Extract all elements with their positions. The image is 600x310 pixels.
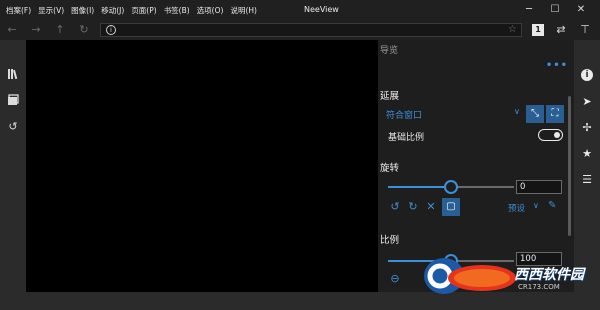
base-scale-toggle[interactable] [538, 129, 563, 141]
rotate-value-input[interactable]: 0 [516, 180, 562, 194]
stretch-mode-select[interactable]: 符合窗口 [386, 108, 422, 121]
menu-bar: 档案(F) 显示(V) 图像(I) 移动(J) 页面(P) 书签(B) 选项(O… [6, 0, 264, 20]
preset-chevron-icon[interactable]: ∨ [533, 201, 539, 210]
rotate-section-title: 旋转 [380, 163, 400, 174]
info-icon: i [106, 25, 116, 35]
arrow-up-icon[interactable]: ↑ [53, 23, 67, 37]
arrow-left-icon[interactable]: ← [5, 23, 19, 37]
menu-view[interactable]: 显示(V) [38, 5, 64, 16]
star-icon[interactable]: ★ [579, 146, 595, 162]
star-outline-icon[interactable]: ☆ [508, 24, 517, 36]
minimize-icon[interactable]: ─ [516, 0, 542, 20]
reset-rotation-icon[interactable]: ✕ [424, 200, 438, 213]
menu-options[interactable]: 选项(O) [197, 5, 224, 16]
pages-icon[interactable] [6, 94, 20, 108]
watermark-url: CR173.COM [518, 283, 560, 291]
close-icon[interactable]: ✕ [568, 0, 594, 20]
rotate-preset-select[interactable]: 预设 [508, 202, 525, 214]
more-options-button[interactable]: ••• [546, 60, 568, 71]
rotate-right-icon[interactable]: ↻ [406, 200, 420, 213]
menu-jump[interactable]: 移动(J) [101, 5, 124, 16]
menu-help[interactable]: 说明(H) [230, 5, 257, 16]
address-input[interactable]: i ☆ [100, 23, 522, 37]
chevron-down-icon[interactable]: ∨ [514, 107, 520, 116]
zoom-out-icon[interactable]: ⊖ [388, 272, 402, 285]
base-scale-label: 基础比例 [388, 133, 425, 143]
address-toolbar: ← → ↑ ↻ i ☆ 1 ⇄ ⊤ [0, 20, 600, 40]
rotate-slider-thumb[interactable] [444, 180, 458, 194]
pin-icon[interactable]: ⊤ [578, 23, 592, 37]
scale-section-title: 比例 [380, 235, 400, 246]
info-icon[interactable]: i [581, 69, 593, 81]
menu-bookmark[interactable]: 书签(B) [164, 5, 190, 16]
pinwheel-icon[interactable]: ✢ [579, 120, 595, 136]
playlist-icon[interactable]: ☰ [579, 172, 595, 188]
rotate-left-icon[interactable]: ↺ [388, 200, 402, 213]
rotate-slider[interactable] [388, 180, 514, 194]
rotate-slider-fill [388, 186, 451, 188]
panel-title: 导览 [380, 46, 399, 56]
history-icon[interactable]: ↺ [6, 120, 20, 134]
title-bar: 档案(F) 显示(V) 图像(I) 移动(J) 页面(P) 书签(B) 选项(O… [0, 0, 600, 20]
refresh-icon[interactable]: ↻ [77, 23, 91, 37]
watermark-brand: 西西软件园 [514, 267, 584, 283]
menu-file[interactable]: 档案(F) [6, 5, 31, 16]
page-mode-button[interactable]: 1 [532, 24, 544, 36]
expand-icon[interactable]: ⛶ [546, 105, 564, 123]
swap-direction-icon[interactable]: ⇄ [554, 23, 568, 37]
menu-image[interactable]: 图像(I) [71, 5, 94, 16]
left-sidebar: ↺ [0, 40, 26, 290]
shrink-icon[interactable]: ⤡ [526, 105, 544, 123]
navigator-icon[interactable]: ➤ [579, 94, 595, 110]
toggle-knob [554, 131, 560, 138]
stretch-section-title: 延展 [380, 91, 400, 102]
auto-rotate-icon[interactable]: ▢ [442, 198, 460, 216]
maximize-icon[interactable]: ☐ [542, 0, 568, 20]
arrow-right-icon[interactable]: → [29, 23, 43, 37]
image-viewer[interactable] [26, 40, 378, 292]
menu-page[interactable]: 页面(P) [131, 5, 156, 16]
panel-scrollbar[interactable] [568, 96, 571, 236]
window-title: NeeView [304, 5, 339, 14]
right-sidebar: i ➤ ✢ ★ ☰ [574, 40, 600, 292]
pin-rotation-icon[interactable]: ✎ [548, 200, 556, 211]
bookshelf-icon[interactable] [6, 68, 20, 82]
